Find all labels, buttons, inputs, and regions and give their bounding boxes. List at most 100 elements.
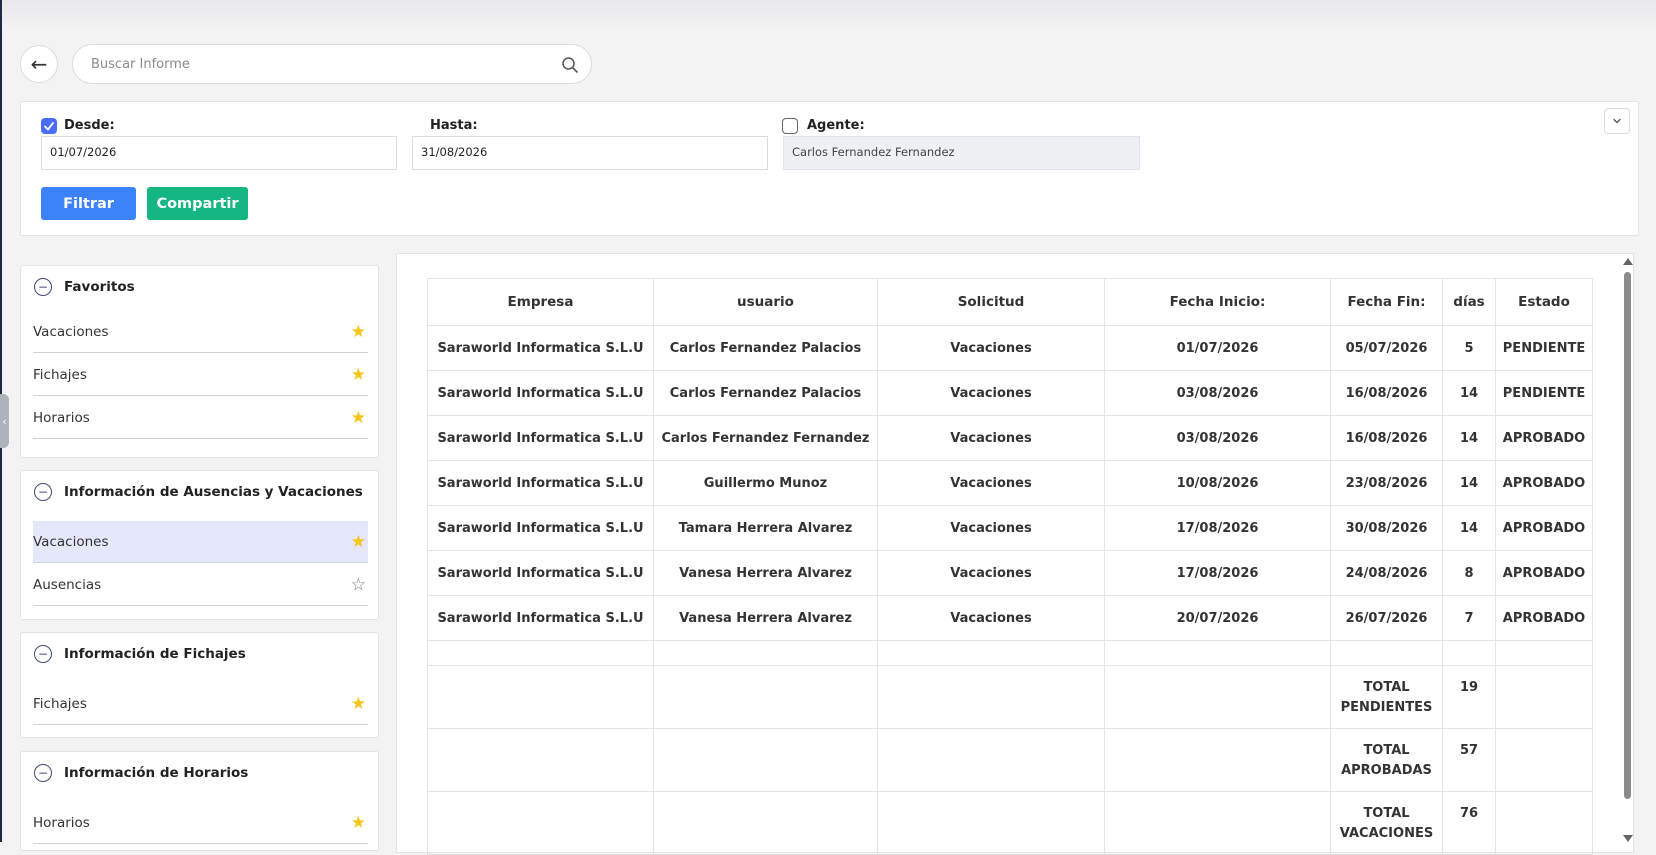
col-header-solicitud[interactable]: Solicitud	[877, 278, 1105, 326]
scroll-down-arrow-icon[interactable]	[1623, 835, 1633, 842]
cell-fecha-inicio: 03/08/2026	[1104, 370, 1331, 416]
card-header[interactable]: − Información de Fichajes	[34, 645, 246, 663]
card-header[interactable]: − Favoritos	[34, 278, 135, 296]
cell-usuario: Carlos Fernandez Palacios	[653, 325, 878, 371]
cell-solicitud: Vacaciones	[877, 325, 1105, 371]
col-header-fecha-fin[interactable]: Fecha Fin:	[1330, 278, 1443, 326]
sidebar-item-vacaciones[interactable]: Vacaciones ★	[33, 311, 368, 353]
card-horarios: − Información de Horarios Horarios ★	[20, 751, 379, 851]
agente-select[interactable]: Carlos Fernandez Fernandez	[783, 136, 1140, 170]
minus-circle-icon[interactable]: −	[34, 764, 52, 782]
sidebar-item-fichajes[interactable]: Fichajes ★	[33, 683, 368, 725]
sidebar-item-vacaciones-selected[interactable]: Vacaciones ★	[33, 521, 368, 563]
hasta-date-input[interactable]: 31/08/2026	[412, 136, 768, 170]
cell-empresa: Saraworld Informatica S.L.U	[427, 550, 654, 596]
check-icon	[44, 122, 54, 131]
table-row: Saraworld Informatica S.L.U Guillermo Mu…	[427, 460, 1593, 506]
star-filled-icon[interactable]: ★	[351, 694, 366, 714]
cell-estado: APROBADO	[1495, 595, 1593, 641]
cell-usuario: Guillermo Munoz	[653, 460, 878, 506]
vacations-report-table: Empresa usuario Solicitud Fecha Inicio: …	[427, 278, 1593, 855]
total-row-aprobadas: TOTAL APROBADAS 57	[427, 728, 1593, 792]
card-favoritos: − Favoritos Vacaciones ★ Fichajes ★ Hora…	[20, 265, 379, 458]
filter-panel: Desde: 01/07/2026 Hasta: 31/08/2026 Agen…	[20, 101, 1639, 236]
desde-checkbox[interactable]	[41, 118, 57, 134]
cell-solicitud: Vacaciones	[877, 415, 1105, 461]
star-empty-icon[interactable]: ☆	[351, 575, 366, 595]
cell-estado: APROBADO	[1495, 505, 1593, 551]
table-row: Saraworld Informatica S.L.U Carlos Ferna…	[427, 370, 1593, 416]
card-title: Favoritos	[64, 279, 135, 295]
cell-fecha-fin: 30/08/2026	[1330, 505, 1443, 551]
total-label-line1: TOTAL	[1363, 743, 1410, 758]
sidebar-toggle-handle[interactable]: ‹	[0, 394, 9, 448]
minus-circle-icon[interactable]: −	[34, 645, 52, 663]
item-label: Vacaciones	[33, 533, 109, 550]
desde-label: Desde:	[64, 118, 115, 133]
item-label: Horarios	[33, 814, 90, 831]
cell-fecha-fin: 26/07/2026	[1330, 595, 1443, 641]
cell-fecha-inicio: 10/08/2026	[1104, 460, 1331, 506]
star-filled-icon[interactable]: ★	[351, 532, 366, 552]
total-label-line2: APROBADAS	[1341, 763, 1432, 778]
sidebar-item-fichajes[interactable]: Fichajes ★	[33, 354, 368, 396]
card-ausencias-vacaciones: − Información de Ausencias y Vacaciones …	[20, 470, 379, 620]
star-filled-icon[interactable]: ★	[351, 813, 366, 833]
cell-dias: 14	[1442, 460, 1496, 506]
desde-date-input[interactable]: 01/07/2026	[41, 136, 397, 170]
cell-estado: APROBADO	[1495, 460, 1593, 506]
col-header-estado[interactable]: Estado	[1495, 278, 1593, 326]
cell-usuario: Carlos Fernandez Palacios	[653, 370, 878, 416]
sidebar-item-horarios[interactable]: Horarios ★	[33, 397, 368, 439]
scroll-up-arrow-icon[interactable]	[1623, 258, 1633, 265]
item-label: Fichajes	[33, 695, 87, 712]
top-shade	[0, 0, 1656, 30]
cell-fecha-inicio: 01/07/2026	[1104, 325, 1331, 371]
col-header-empresa[interactable]: Empresa	[427, 278, 654, 326]
chevron-left-icon: ‹	[2, 414, 7, 428]
vertical-scrollbar[interactable]	[1621, 258, 1633, 842]
cell-empresa: Saraworld Informatica S.L.U	[427, 325, 654, 371]
table-spacer-row	[427, 640, 1593, 666]
agente-checkbox[interactable]	[782, 118, 798, 134]
cell-solicitud: Vacaciones	[877, 550, 1105, 596]
minus-circle-icon[interactable]: −	[34, 483, 52, 501]
minus-circle-icon[interactable]: −	[34, 278, 52, 296]
compartir-button[interactable]: Compartir	[147, 187, 248, 220]
card-fichajes: − Información de Fichajes Fichajes ★	[20, 632, 379, 738]
cell-fecha-fin: 23/08/2026	[1330, 460, 1443, 506]
cell-dias: 14	[1442, 370, 1496, 416]
card-header[interactable]: − Información de Ausencias y Vacaciones	[34, 483, 363, 501]
cell-estado: PENDIENTE	[1495, 325, 1593, 371]
card-header[interactable]: − Información de Horarios	[34, 764, 248, 782]
col-header-fecha-inicio[interactable]: Fecha Inicio:	[1104, 278, 1331, 326]
search-input[interactable]	[89, 55, 533, 73]
col-header-usuario[interactable]: usuario	[653, 278, 878, 326]
collapse-filters-button[interactable]	[1604, 108, 1630, 134]
cell-dias: 14	[1442, 505, 1496, 551]
item-label: Fichajes	[33, 366, 87, 383]
cell-empresa: Saraworld Informatica S.L.U	[427, 370, 654, 416]
scrollbar-thumb[interactable]	[1624, 272, 1631, 799]
star-filled-icon[interactable]: ★	[351, 408, 366, 428]
total-row-vacaciones: TOTAL VACACIONES 76	[427, 791, 1593, 855]
cell-empresa: Saraworld Informatica S.L.U	[427, 505, 654, 551]
total-label: TOTAL APROBADAS	[1330, 728, 1443, 792]
search-icon[interactable]	[561, 56, 579, 74]
cell-dias: 5	[1442, 325, 1496, 371]
sidebar-item-ausencias[interactable]: Ausencias ☆	[33, 564, 368, 606]
hasta-label: Hasta:	[430, 118, 478, 133]
col-header-dias[interactable]: días	[1442, 278, 1496, 326]
cell-dias: 7	[1442, 595, 1496, 641]
cell-usuario: Tamara Herrera Alvarez	[653, 505, 878, 551]
back-button[interactable]: ←	[20, 45, 58, 83]
cell-estado: PENDIENTE	[1495, 370, 1593, 416]
filtrar-button[interactable]: Filtrar	[41, 187, 136, 220]
star-filled-icon[interactable]: ★	[351, 365, 366, 385]
cell-fecha-fin: 05/07/2026	[1330, 325, 1443, 371]
search-bar[interactable]	[72, 44, 592, 84]
sidebar-item-horarios[interactable]: Horarios ★	[33, 802, 368, 844]
table-row: Saraworld Informatica S.L.U Vanesa Herre…	[427, 550, 1593, 596]
total-label: TOTAL VACACIONES	[1330, 791, 1443, 855]
star-filled-icon[interactable]: ★	[351, 322, 366, 342]
